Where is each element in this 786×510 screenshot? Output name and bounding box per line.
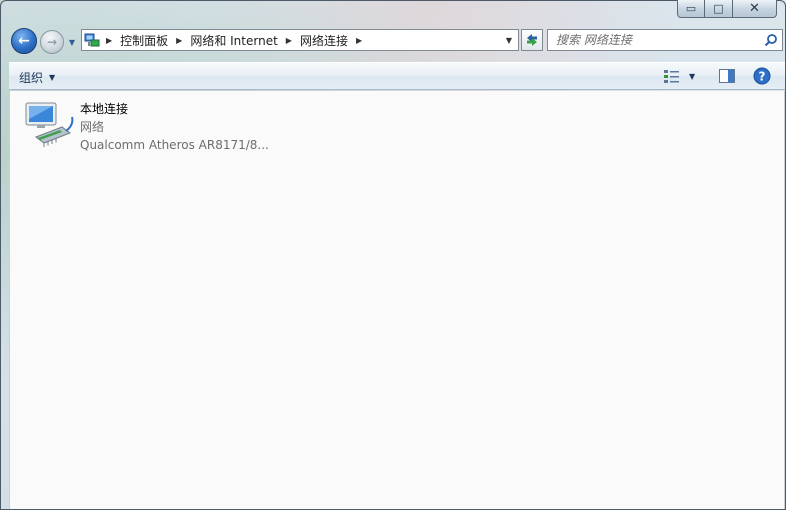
back-arrow-icon: ← <box>18 33 30 49</box>
help-icon: ? <box>753 67 771 85</box>
address-bar[interactable]: ▶ 控制面板 ▶ 网络和 Internet ▶ 网络连接 ▶ ▼ <box>81 29 519 51</box>
refresh-icon <box>527 34 537 46</box>
breadcrumb-separator-icon[interactable]: ▶ <box>102 36 116 45</box>
caption-buttons: ▭ □ ✕ <box>677 0 777 18</box>
search-icon <box>764 34 777 47</box>
recent-pages-dropdown[interactable]: ▼ <box>66 36 78 48</box>
command-bar: 组织 ▼ ▼ ? <box>9 62 785 90</box>
address-history-dropdown[interactable]: ▼ <box>502 30 516 50</box>
breadcrumb-network-connections[interactable]: 网络连接 <box>296 30 352 50</box>
chevron-down-icon: ▼ <box>689 71 696 81</box>
back-button[interactable]: ← <box>11 28 37 54</box>
chevron-down-icon: ▼ <box>49 72 56 82</box>
list-item[interactable]: 本地连接 网络 Qualcomm Atheros AR8171/8... <box>22 97 282 155</box>
minimize-button[interactable]: ▭ <box>677 0 705 18</box>
svg-text:?: ? <box>759 70 766 84</box>
network-folder-icon <box>82 30 102 50</box>
explorer-window: ▭ □ ✕ ← → ▼ ▶ 控制面板 ▶ 网络和 Internet ▶ 网络连接… <box>0 0 786 510</box>
refresh-button[interactable] <box>521 29 543 51</box>
breadcrumb-separator-icon[interactable]: ▶ <box>352 36 366 45</box>
search-box <box>547 29 783 51</box>
connection-status: 网络 <box>80 120 105 134</box>
forward-arrow-icon: → <box>46 35 58 49</box>
organize-label: 组织 <box>19 70 44 85</box>
forward-button[interactable]: → <box>40 30 64 54</box>
breadcrumb-separator-icon[interactable]: ▶ <box>282 36 296 45</box>
organize-button[interactable]: 组织 ▼ <box>19 68 55 86</box>
connection-details: 本地连接 网络 Qualcomm Atheros AR8171/8... <box>80 97 269 154</box>
file-list-pane: 本地连接 网络 Qualcomm Atheros AR8171/8... <box>9 91 785 509</box>
help-button[interactable]: ? <box>753 67 771 88</box>
network-adapter-icon <box>22 97 80 151</box>
navigation-bar: ← → ▼ ▶ 控制面板 ▶ 网络和 Internet ▶ 网络连接 ▶ ▼ 搜… <box>9 27 785 57</box>
maximize-button[interactable]: □ <box>705 0 733 18</box>
search-input[interactable] <box>548 30 760 50</box>
breadcrumb-control-panel[interactable]: 控制面板 <box>116 30 172 50</box>
change-view-icon <box>664 70 679 83</box>
change-view-button[interactable]: ▼ <box>663 68 695 84</box>
chevron-down-icon: ▼ <box>505 35 513 45</box>
chevron-down-icon: ▼ <box>68 37 76 47</box>
breadcrumb-separator-icon[interactable]: ▶ <box>172 36 186 45</box>
connection-device: Qualcomm Atheros AR8171/8... <box>80 138 269 152</box>
preview-pane-button[interactable] <box>718 68 736 87</box>
preview-pane-icon <box>719 69 735 83</box>
connection-name: 本地连接 <box>80 102 129 116</box>
search-button[interactable] <box>760 30 782 50</box>
close-button[interactable]: ✕ <box>733 0 777 18</box>
breadcrumb-network-internet[interactable]: 网络和 Internet <box>186 30 281 50</box>
